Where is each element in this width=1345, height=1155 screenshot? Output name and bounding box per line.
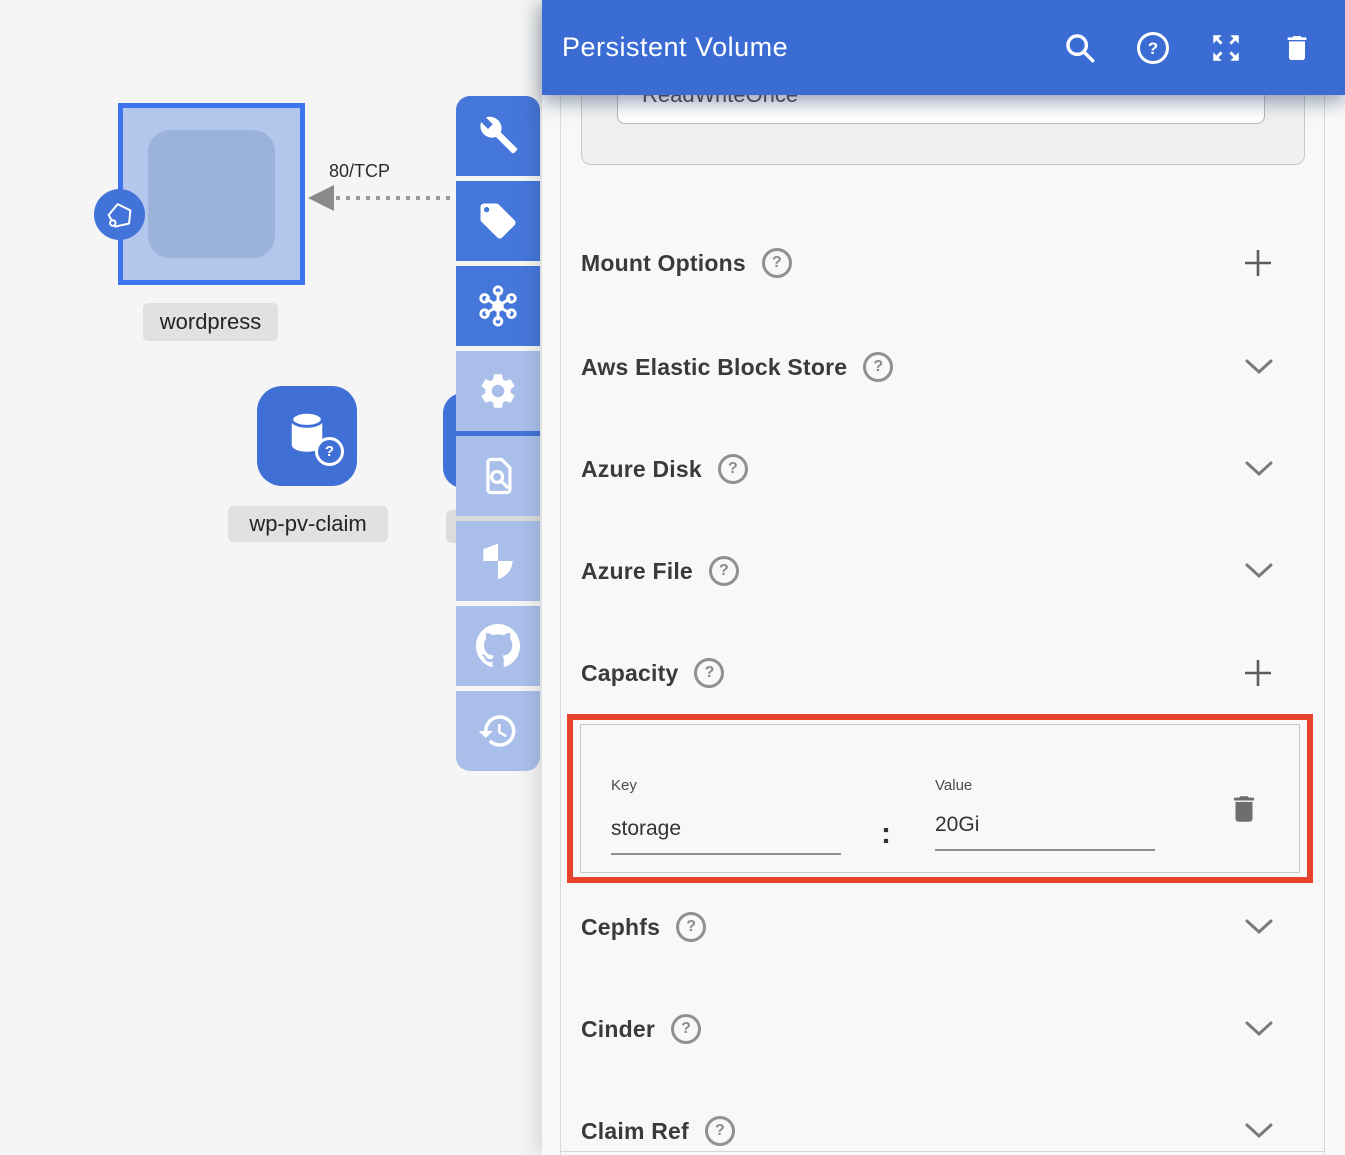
value-label: Value (935, 777, 972, 794)
toolbar-button-shield[interactable] (456, 521, 540, 601)
toolbar-button-history[interactable] (456, 691, 540, 771)
wrench-icon (477, 115, 519, 157)
question-badge: ? (315, 437, 344, 466)
section-title: Cinder (581, 1016, 655, 1043)
pod-badge (94, 189, 145, 240)
expand-button[interactable] (1209, 31, 1243, 65)
section-row-azure-file: Azure File ? (581, 554, 1274, 588)
search-icon (1063, 31, 1097, 65)
panel-title: Persistent Volume (562, 32, 788, 63)
side-toolbar (456, 96, 540, 771)
node-label-wp-pv-claim: wp-pv-claim (228, 506, 388, 542)
section-title: Mount Options (581, 250, 746, 277)
svg-text:?: ? (1148, 39, 1158, 58)
gear-icon (477, 370, 519, 412)
red-annotation-box: Key : Value (567, 714, 1313, 883)
help-icon[interactable]: ? (718, 454, 748, 484)
hub-icon (475, 283, 521, 329)
document-search-icon (476, 454, 520, 498)
section-title: Aws Elastic Block Store (581, 354, 847, 381)
section-row-aws-ebs: Aws Elastic Block Store ? (581, 350, 1274, 384)
node-wordpress-inner (148, 130, 275, 258)
chevron-down-icon[interactable] (1244, 918, 1274, 936)
github-icon (475, 623, 521, 669)
help-icon[interactable]: ? (671, 1014, 701, 1044)
section-title: Capacity (581, 660, 678, 687)
node-label-wordpress: wordpress (143, 303, 278, 341)
node-wordpress[interactable] (118, 103, 305, 285)
help-circle-icon: ? (1135, 30, 1171, 66)
chevron-down-icon[interactable] (1244, 460, 1274, 478)
trash-icon (1281, 30, 1313, 66)
help-icon[interactable]: ? (762, 248, 792, 278)
chevron-down-icon[interactable] (1244, 1122, 1274, 1140)
section-row-cephfs: Cephfs ? (581, 910, 1274, 944)
help-icon[interactable]: ? (694, 658, 724, 688)
toolbar-button-tag[interactable] (456, 181, 540, 261)
panel-header: Persistent Volume ? (542, 0, 1345, 95)
section-row-azure-disk: Azure Disk ? (581, 452, 1274, 486)
tag-icon (477, 200, 519, 242)
section-title: Cephfs (581, 914, 660, 941)
scrollbar-track[interactable] (1325, 0, 1345, 1155)
capacity-key-input[interactable] (611, 817, 841, 855)
delete-entry-button[interactable] (1227, 789, 1261, 829)
expand-arrows-icon (1209, 31, 1243, 65)
section-title: Claim Ref (581, 1118, 689, 1145)
section-title: Azure Disk (581, 456, 702, 483)
edge-port-label: 80/TCP (329, 161, 390, 182)
section-title: Azure File (581, 558, 693, 585)
form-bottom-divider (560, 1151, 1325, 1152)
persistent-volume-panel: ReadWriteOnce Mount Options ? Aws Elasti… (542, 0, 1345, 1155)
toolbar-button-hub[interactable] (456, 266, 540, 346)
capacity-value-input[interactable] (935, 813, 1155, 851)
help-icon[interactable]: ? (676, 912, 706, 942)
shield-icon (476, 539, 520, 583)
chevron-down-icon[interactable] (1244, 562, 1274, 580)
section-row-capacity: Capacity ? (581, 656, 1274, 690)
section-row-claim-ref: Claim Ref ? (581, 1114, 1274, 1148)
section-row-mount-options: Mount Options ? (581, 246, 1274, 280)
help-button[interactable]: ? (1135, 30, 1171, 66)
header-actions: ? (1063, 30, 1313, 66)
toolbar-button-document-search[interactable] (456, 436, 540, 516)
history-icon (477, 710, 519, 752)
add-button[interactable] (1242, 247, 1274, 279)
toolbar-button-wrench[interactable] (456, 96, 540, 176)
section-row-cinder: Cinder ? (581, 1012, 1274, 1046)
capacity-entry-card: Key : Value (580, 724, 1300, 873)
help-icon[interactable]: ? (709, 556, 739, 586)
chevron-down-icon[interactable] (1244, 1020, 1274, 1038)
node-wp-pv-claim[interactable]: ? (257, 386, 357, 486)
key-label: Key (611, 777, 637, 794)
add-button[interactable] (1242, 657, 1274, 689)
edge-arrowhead-icon (308, 185, 334, 211)
toolbar-button-github[interactable] (456, 606, 540, 686)
key-value-separator: : (881, 817, 891, 851)
chevron-down-icon[interactable] (1244, 358, 1274, 376)
search-button[interactable] (1063, 31, 1097, 65)
help-icon[interactable]: ? (863, 352, 893, 382)
delete-button[interactable] (1281, 30, 1313, 66)
toolbar-button-settings[interactable] (456, 351, 540, 431)
pod-pentagon-icon (101, 196, 139, 234)
help-icon[interactable]: ? (705, 1116, 735, 1146)
